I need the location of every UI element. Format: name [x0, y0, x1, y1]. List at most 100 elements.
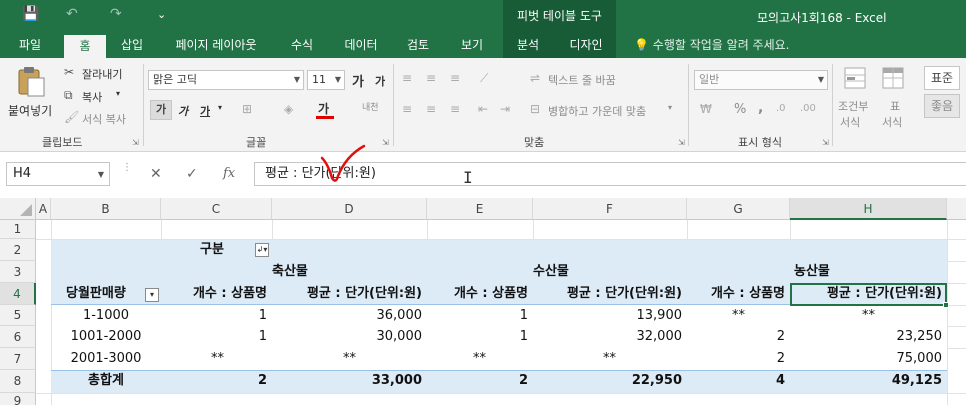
- active-cell-outline[interactable]: [790, 283, 949, 308]
- row-header-6[interactable]: 6: [0, 326, 36, 348]
- format-as-table-label-2[interactable]: 서식: [882, 114, 902, 130]
- underline-dropdown-icon[interactable]: ▾: [218, 103, 222, 112]
- row-field-filter-icon[interactable]: ▾: [145, 288, 159, 302]
- copy-dropdown-icon[interactable]: ▾: [116, 89, 120, 98]
- style-good[interactable]: 좋음: [924, 94, 960, 118]
- merge-dropdown-icon[interactable]: ▾: [668, 103, 672, 112]
- tab-insert[interactable]: 삽입: [112, 32, 152, 58]
- tab-analyze[interactable]: 분석: [508, 32, 548, 58]
- merge-center-label[interactable]: 병합하고 가운데 맞춤: [548, 103, 646, 119]
- align-left-icon[interactable]: ≡: [402, 101, 412, 117]
- align-middle-icon[interactable]: ≡: [426, 70, 436, 86]
- wrap-text-label[interactable]: 텍스트 줄 바꿈: [548, 72, 616, 88]
- percent-button[interactable]: %: [734, 102, 746, 117]
- tab-review[interactable]: 검토: [398, 32, 438, 58]
- tab-design[interactable]: 디자인: [562, 32, 610, 58]
- format-painter-icon[interactable]: 🖌: [64, 109, 79, 125]
- column-header-h[interactable]: H: [790, 198, 947, 220]
- decrease-indent-icon[interactable]: ⇤: [478, 101, 488, 117]
- column-header-c[interactable]: C: [161, 198, 272, 220]
- row-header-7[interactable]: 7: [0, 348, 36, 370]
- text-cursor-icon: I: [463, 168, 473, 187]
- select-all-corner[interactable]: [0, 198, 36, 220]
- align-center-icon[interactable]: ≡: [426, 101, 436, 117]
- undo-icon[interactable]: ↶: [66, 6, 78, 22]
- fill-color-icon[interactable]: ◈: [284, 101, 293, 117]
- underline-button[interactable]: 가: [200, 103, 210, 119]
- italic-button[interactable]: 가: [178, 103, 188, 119]
- row-header-1[interactable]: 1: [0, 220, 36, 239]
- number-launcher-icon[interactable]: ⇲: [822, 138, 829, 147]
- tab-home[interactable]: 홈: [64, 35, 106, 58]
- decrease-decimal-icon[interactable]: .00: [800, 101, 816, 117]
- column-header-e[interactable]: E: [427, 198, 533, 220]
- borders-icon[interactable]: ⊞: [242, 101, 252, 117]
- font-name-combo[interactable]: 맑은 고딕 ▼: [148, 70, 304, 90]
- shrink-font-button[interactable]: 가: [375, 73, 385, 89]
- tab-data[interactable]: 데이터: [338, 32, 384, 58]
- name-box[interactable]: H4 ▼: [6, 162, 110, 186]
- tab-formulas[interactable]: 수식: [282, 32, 322, 58]
- format-as-table-icon[interactable]: [881, 66, 905, 90]
- row-header-9[interactable]: 9: [0, 393, 36, 405]
- conditional-format-label-2[interactable]: 서식: [840, 114, 860, 130]
- select-all-icon: [20, 204, 32, 216]
- font-launcher-icon[interactable]: ⇲: [382, 138, 389, 147]
- insert-function-icon[interactable]: fx: [223, 166, 235, 182]
- increase-decimal-icon[interactable]: .0: [776, 101, 786, 117]
- pivot-cell: 1: [258, 329, 267, 344]
- cut-icon[interactable]: ✂: [64, 64, 74, 80]
- copy-icon[interactable]: ⧉: [64, 87, 73, 103]
- phonetic-button[interactable]: 내천: [362, 100, 379, 113]
- pivot-cell: 13,900: [636, 308, 683, 323]
- row-header-4[interactable]: 4: [0, 283, 36, 305]
- alignment-launcher-icon[interactable]: ⇲: [678, 138, 685, 147]
- column-header-a[interactable]: A: [36, 198, 51, 220]
- number-format-combo[interactable]: 일반 ▼: [694, 70, 828, 90]
- column-header-g[interactable]: G: [687, 198, 790, 220]
- orientation-icon[interactable]: ⟋: [480, 70, 488, 86]
- paste-label: 붙여넣기: [8, 104, 53, 118]
- column-header-next[interactable]: [947, 198, 966, 220]
- bold-button[interactable]: 가: [150, 100, 172, 120]
- row-header-2[interactable]: 2: [0, 239, 36, 261]
- font-color-button[interactable]: 가: [318, 100, 329, 117]
- grow-font-button[interactable]: 가: [352, 71, 364, 90]
- gridline: [947, 326, 966, 327]
- tab-page-layout[interactable]: 페이지 레이아웃: [164, 32, 268, 58]
- conditional-format-label-1[interactable]: 조건부: [838, 98, 868, 114]
- style-normal[interactable]: 표준: [924, 66, 960, 90]
- customize-toolbar-icon[interactable]: ⌄: [157, 8, 166, 21]
- column-header-f[interactable]: F: [533, 198, 687, 220]
- format-as-table-label-1[interactable]: 표: [890, 98, 900, 114]
- increase-indent-icon[interactable]: ⇥: [500, 101, 510, 117]
- wrap-text-icon[interactable]: ⇌: [530, 70, 540, 86]
- align-bottom-icon[interactable]: ≡: [450, 70, 460, 86]
- conditional-format-icon[interactable]: [843, 66, 867, 90]
- save-icon[interactable]: 💾: [22, 6, 39, 22]
- column-header-b[interactable]: B: [51, 198, 161, 220]
- row-header-5[interactable]: 5: [0, 305, 36, 326]
- tell-me-search[interactable]: 💡 수행할 작업을 알려 주세요.: [634, 32, 789, 58]
- redo-icon[interactable]: ↷: [110, 6, 122, 22]
- clipboard-launcher-icon[interactable]: ⇲: [132, 138, 139, 147]
- column-header-d[interactable]: D: [272, 198, 427, 220]
- paste-button[interactable]: 붙여넣기: [4, 64, 56, 124]
- align-top-icon[interactable]: ≡: [402, 70, 412, 86]
- font-size-combo[interactable]: 11 ▼: [307, 70, 345, 90]
- format-painter-label[interactable]: 서식 복사: [82, 111, 126, 127]
- cut-label[interactable]: 잘라내기: [82, 66, 122, 82]
- align-right-icon[interactable]: ≡: [450, 101, 460, 117]
- tab-file[interactable]: 파일: [10, 32, 50, 58]
- row-header-3[interactable]: 3: [0, 261, 36, 283]
- tab-view[interactable]: 보기: [452, 32, 492, 58]
- fill-handle[interactable]: [943, 302, 949, 308]
- column-field-filter-icon[interactable]: ↲▾: [255, 243, 269, 257]
- copy-label[interactable]: 복사: [82, 89, 102, 105]
- accounting-format-icon[interactable]: ₩: [700, 101, 712, 117]
- enter-icon[interactable]: ✓: [186, 166, 198, 182]
- cancel-icon[interactable]: ✕: [150, 166, 162, 182]
- comma-button[interactable]: ,: [758, 100, 763, 116]
- merge-center-icon[interactable]: ⊟: [530, 101, 540, 117]
- row-header-8[interactable]: 8: [0, 370, 36, 393]
